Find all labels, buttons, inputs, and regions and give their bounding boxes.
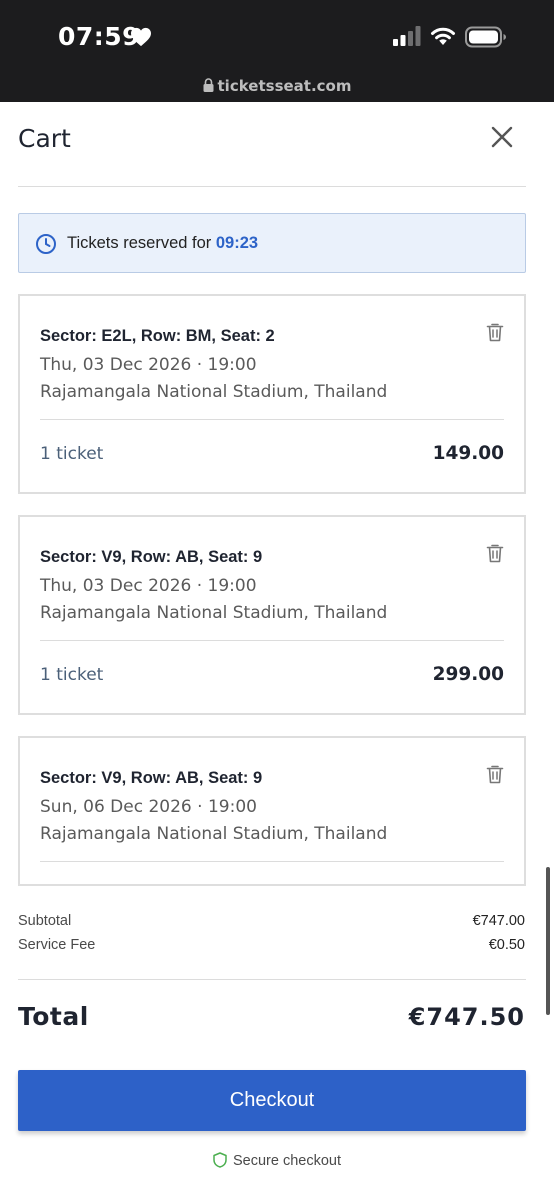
card-divider	[40, 419, 504, 420]
wifi-icon	[431, 27, 455, 45]
subtotal-label: Subtotal	[18, 913, 72, 929]
page-title: Cart	[18, 124, 71, 153]
ticket-venue: Rajamangala National Stadium, Thailand	[40, 824, 388, 844]
scrollbar[interactable]	[546, 867, 550, 1015]
trash-icon[interactable]	[486, 543, 504, 563]
url-text: ticketsseat.com	[217, 77, 352, 95]
timer-countdown: 09:23	[215, 234, 259, 252]
total-value: €747.50	[408, 1003, 525, 1031]
service-fee-label: Service Fee	[18, 937, 96, 953]
ticket-card: Sector: V9, Row: AB, Seat: 9 Sun, 06 Dec…	[18, 736, 526, 886]
lock-icon	[203, 78, 214, 92]
status-time: 07:59	[58, 22, 141, 51]
ticket-price: 149.00	[432, 443, 504, 464]
header-divider	[18, 186, 526, 187]
ticket-seat-info: Sector: E2L, Row: BM, Seat: 2	[40, 327, 275, 345]
trash-icon[interactable]	[486, 764, 504, 784]
reservation-timer-banner: Tickets reserved for 09:23	[18, 213, 526, 273]
ticket-venue: Rajamangala National Stadium, Thailand	[40, 382, 388, 402]
checkout-button[interactable]: Checkout	[18, 1070, 526, 1131]
shield-icon	[213, 1152, 227, 1168]
clock-icon	[36, 234, 56, 254]
ticket-quantity: 1 ticket	[40, 444, 104, 464]
service-fee-value: €0.50	[488, 937, 525, 953]
url-bar[interactable]: ticketsseat.com	[0, 77, 554, 95]
card-divider	[40, 861, 504, 862]
ticket-card: Sector: E2L, Row: BM, Seat: 2 Thu, 03 De…	[18, 294, 526, 494]
ticket-seat-info: Sector: V9, Row: AB, Seat: 9	[40, 548, 263, 566]
close-icon[interactable]	[488, 123, 516, 151]
summary-divider	[18, 979, 526, 980]
secure-checkout-label: Secure checkout	[232, 1153, 341, 1169]
status-bar: 07:59 ticketsseat.com	[0, 0, 554, 102]
total-label: Total	[18, 1002, 89, 1031]
ticket-price: 299.00	[432, 664, 504, 685]
battery-icon	[465, 26, 506, 48]
ticket-card: Sector: V9, Row: AB, Seat: 9 Thu, 03 Dec…	[18, 515, 526, 715]
subtotal-value: €747.00	[472, 913, 525, 929]
ticket-date: Thu, 03 Dec 2026 · 19:00	[40, 576, 257, 596]
ticket-date: Sun, 06 Dec 2026 · 19:00	[40, 797, 257, 817]
ticket-seat-info: Sector: V9, Row: AB, Seat: 9	[40, 769, 263, 787]
timer-text: Tickets reserved for 09:23	[67, 234, 258, 253]
secure-checkout-note: Secure checkout	[0, 1152, 554, 1169]
heart-icon	[131, 27, 151, 47]
card-divider	[40, 640, 504, 641]
ticket-venue: Rajamangala National Stadium, Thailand	[40, 603, 388, 623]
ticket-date: Thu, 03 Dec 2026 · 19:00	[40, 355, 257, 375]
ticket-quantity: 1 ticket	[40, 665, 104, 685]
timer-label: Tickets reserved for	[67, 234, 212, 252]
signal-icon	[393, 26, 421, 46]
trash-icon[interactable]	[486, 322, 504, 342]
